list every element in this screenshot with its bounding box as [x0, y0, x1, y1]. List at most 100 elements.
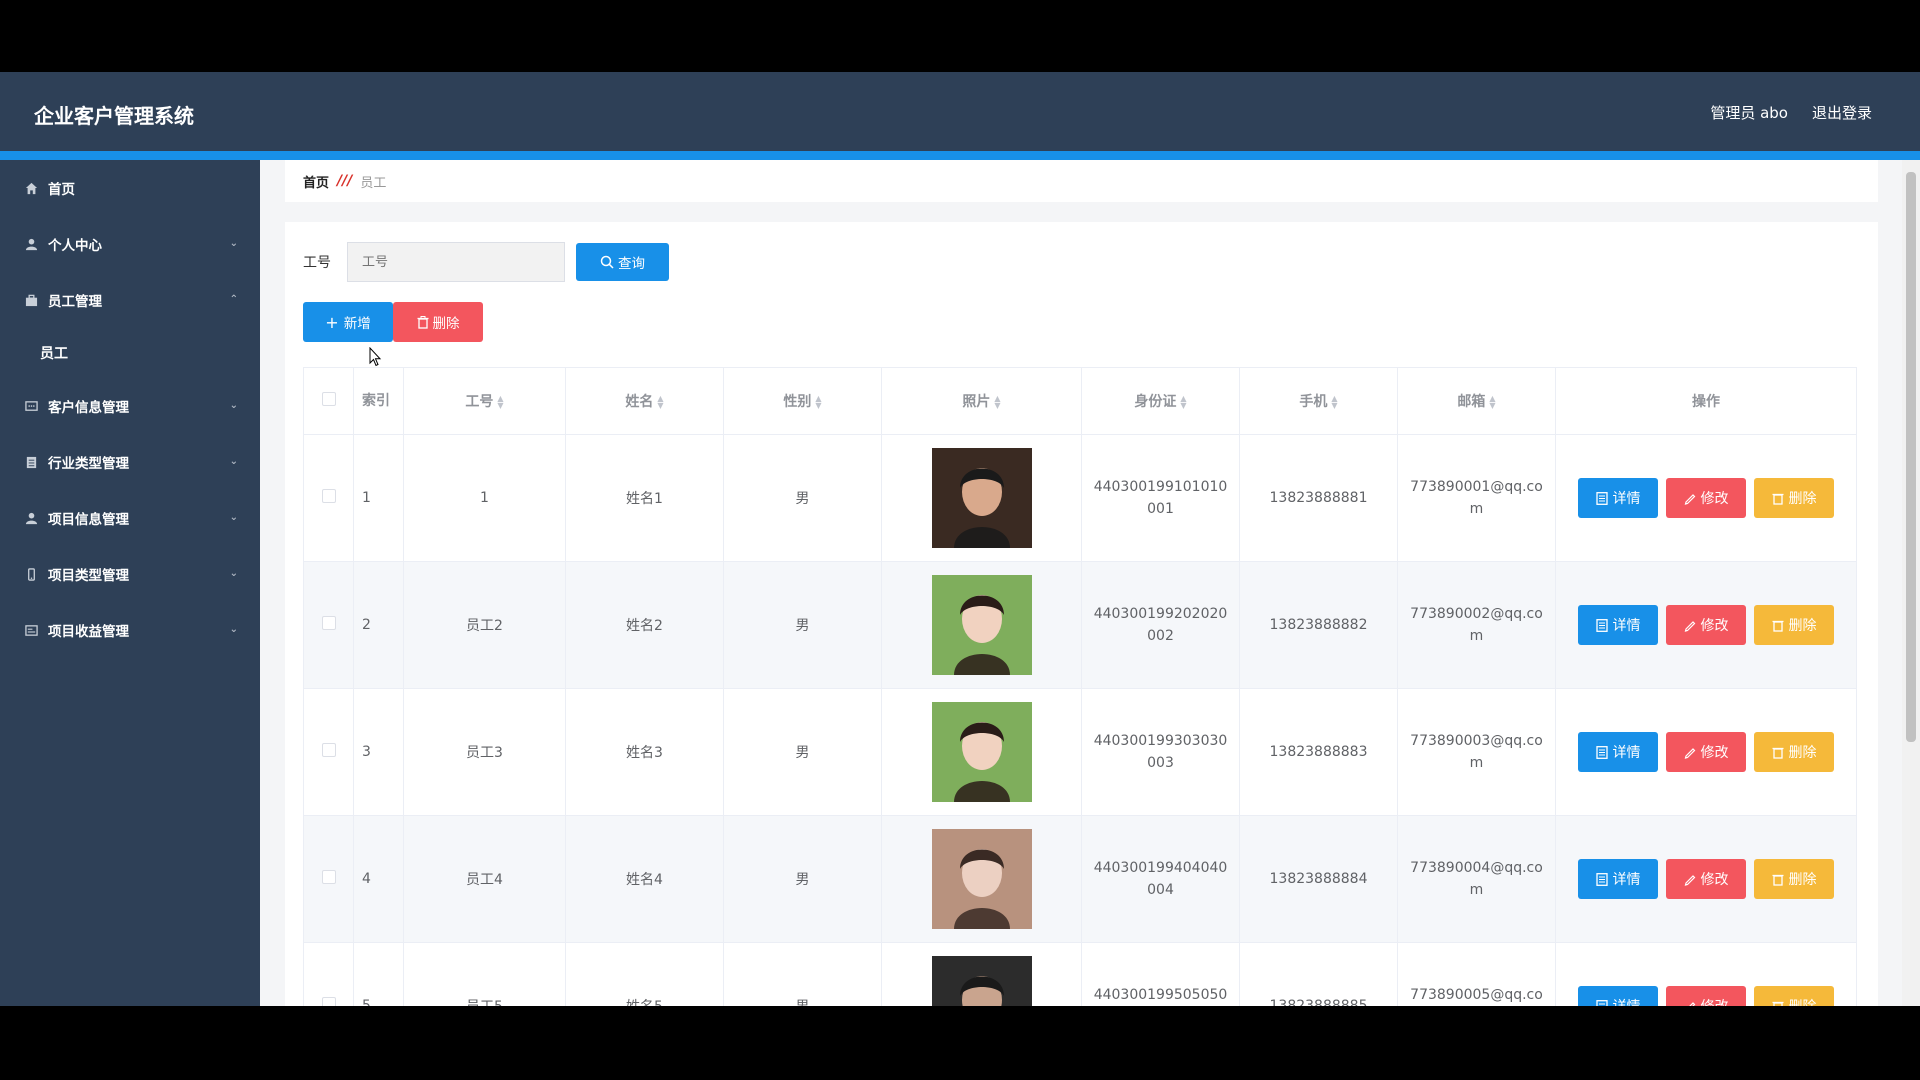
row-gender: 男 — [723, 942, 882, 1006]
header-accent-bar — [0, 151, 1920, 160]
table-row: 5 员工5 姓名5 男 440300199505050005 138238888… — [303, 942, 1857, 1006]
detail-button[interactable]: 详情 — [1578, 732, 1658, 772]
row-email-line1: 773890002@qq.co — [1410, 606, 1543, 622]
app-title: 企业客户管理系统 — [34, 104, 194, 128]
scrollbar-thumb[interactable] — [1906, 172, 1916, 742]
delete-button-label: 删除 — [1788, 872, 1817, 888]
sidebar-item-profile[interactable]: 个人中心 ⌄ — [0, 216, 260, 272]
row-idcard-line1: 440300199202020 — [1093, 606, 1228, 622]
row-photo-cell — [881, 815, 1082, 943]
sidebar-item-staff[interactable]: 员工管理 ⌃ — [0, 272, 260, 328]
employee-photo[interactable] — [931, 956, 1032, 1006]
edit-button[interactable]: 修改 — [1666, 859, 1746, 899]
top-header: 企业客户管理系统 管理员 abo 退出登录 — [0, 72, 1920, 151]
action-bar: + 新增 删除 — [303, 302, 483, 342]
sort-icon: ▲ ▼ — [497, 394, 504, 410]
search-button[interactable]: 查询 — [576, 243, 669, 281]
delete-button[interactable]: 删除 — [1754, 478, 1834, 518]
edit-button[interactable]: 修改 — [1666, 986, 1746, 1006]
sidebar-item-project-type[interactable]: 项目类型管理 ⌄ — [0, 546, 260, 602]
main-panel: 工号 查询 + 新增 删除 — [285, 222, 1878, 1006]
row-select-cell — [303, 688, 354, 816]
row-phone: 13823888884 — [1239, 815, 1398, 943]
edit-button[interactable]: 修改 — [1666, 732, 1746, 772]
logout-link[interactable]: 退出登录 — [1812, 102, 1872, 123]
current-user[interactable]: 管理员 abo — [1710, 102, 1788, 123]
user-icon — [24, 511, 39, 526]
sidebar-item-project-revenue[interactable]: 项目收益管理 ⌄ — [0, 602, 260, 658]
batch-delete-button[interactable]: 删除 — [393, 302, 483, 342]
edit-button-label: 修改 — [1700, 491, 1729, 507]
email-header[interactable]: 邮箱 ▲ ▼ — [1397, 367, 1556, 435]
delete-button[interactable]: 删除 — [1754, 732, 1834, 772]
briefcase-icon — [24, 293, 39, 308]
row-email: 773890002@qq.co m — [1397, 561, 1556, 689]
row-checkbox[interactable] — [321, 997, 336, 1006]
detail-button[interactable]: 详情 — [1578, 605, 1658, 645]
pencil-icon — [1688, 1001, 1695, 1006]
breadcrumb-home[interactable]: 首页 — [303, 172, 329, 191]
row-checkbox[interactable] — [321, 743, 336, 757]
detail-button-label: 详情 — [1612, 745, 1641, 761]
add-button[interactable]: + 新增 — [303, 302, 393, 342]
sidebar-subitem-employee[interactable]: 员工 — [0, 328, 260, 378]
photo-header[interactable]: 照片 ▲ ▼ — [881, 367, 1082, 435]
row-gender: 男 — [723, 434, 882, 562]
column-header-label: 身份证 — [1134, 394, 1177, 410]
row-select-cell — [303, 561, 354, 689]
row-idcard-line2: 004 — [1147, 882, 1174, 898]
row-idcard-line1: 440300199404040 — [1093, 860, 1228, 876]
select-all-cell — [303, 367, 354, 435]
name-header[interactable]: 姓名 ▲ ▼ — [565, 367, 724, 435]
detail-button[interactable]: 详情 — [1578, 859, 1658, 899]
document-icon — [1595, 618, 1608, 632]
detail-button[interactable]: 详情 — [1578, 478, 1658, 518]
row-email: 773890003@qq.co m — [1397, 688, 1556, 816]
gender-header[interactable]: 性别 ▲ ▼ — [723, 367, 882, 435]
employee-photo[interactable] — [931, 575, 1032, 675]
employee-photo[interactable] — [931, 829, 1032, 929]
mouse-cursor-icon — [369, 347, 382, 367]
employee-table: 索引 工号 ▲ ▼ 姓名 ▲ ▼ 性别 ▲ ▼ 照片 ▲ ▼ 身份证 ▲ ▼ 手机 ▲ ▼ 邮箱 ▲ ▼ 操… — [303, 367, 1857, 1006]
sidebar-item-industry[interactable]: 行业类型管理 ⌄ — [0, 434, 260, 490]
idcard-header[interactable]: 身份证 ▲ ▼ — [1081, 367, 1240, 435]
row-idcard-line2: 001 — [1147, 501, 1174, 517]
home-icon — [24, 181, 39, 196]
trash-icon — [1772, 747, 1783, 759]
phone-header[interactable]: 手机 ▲ ▼ — [1239, 367, 1398, 435]
edit-button[interactable]: 修改 — [1666, 605, 1746, 645]
row-select-cell — [303, 942, 354, 1006]
row-idcard-line2: 002 — [1147, 628, 1174, 644]
row-idcard: 440300199303030 003 — [1081, 688, 1240, 816]
search-icon — [600, 255, 614, 269]
row-index: 4 — [353, 815, 404, 943]
delete-button-label: 删除 — [432, 316, 460, 332]
empno-header[interactable]: 工号 ▲ ▼ — [403, 367, 566, 435]
row-checkbox[interactable] — [321, 870, 336, 884]
row-name: 姓名5 — [565, 942, 724, 1006]
sidebar-item-home[interactable]: 首页 — [0, 160, 260, 216]
employee-photo[interactable] — [931, 702, 1032, 802]
select-all-checkbox[interactable] — [321, 392, 336, 406]
row-operations: 详情 修改 删除 — [1555, 434, 1857, 562]
row-gender: 男 — [723, 561, 882, 689]
pencil-icon — [1684, 493, 1695, 505]
row-checkbox[interactable] — [321, 616, 336, 630]
delete-button[interactable]: 删除 — [1754, 986, 1834, 1006]
sidebar-item-customer[interactable]: 客户信息管理 ⌄ — [0, 378, 260, 434]
detail-button[interactable]: 详情 — [1578, 986, 1658, 1006]
pencil-icon — [1684, 620, 1695, 632]
empno-search-input[interactable] — [347, 242, 565, 282]
row-email-line1: 773890005@qq.co — [1410, 987, 1543, 1003]
sort-icon: ▲ ▼ — [1489, 394, 1496, 410]
sidebar-item-project-info[interactable]: 项目信息管理 ⌄ — [0, 490, 260, 546]
delete-button[interactable]: 删除 — [1754, 605, 1834, 645]
row-email-line2: m — [1469, 628, 1484, 644]
column-header-label: 手机 — [1299, 394, 1328, 410]
delete-button[interactable]: 删除 — [1754, 859, 1834, 899]
column-header-label: 性别 — [783, 394, 812, 410]
page-scrollbar[interactable] — [1902, 160, 1920, 1006]
employee-photo[interactable] — [931, 448, 1032, 548]
edit-button[interactable]: 修改 — [1666, 478, 1746, 518]
row-checkbox[interactable] — [321, 489, 336, 503]
